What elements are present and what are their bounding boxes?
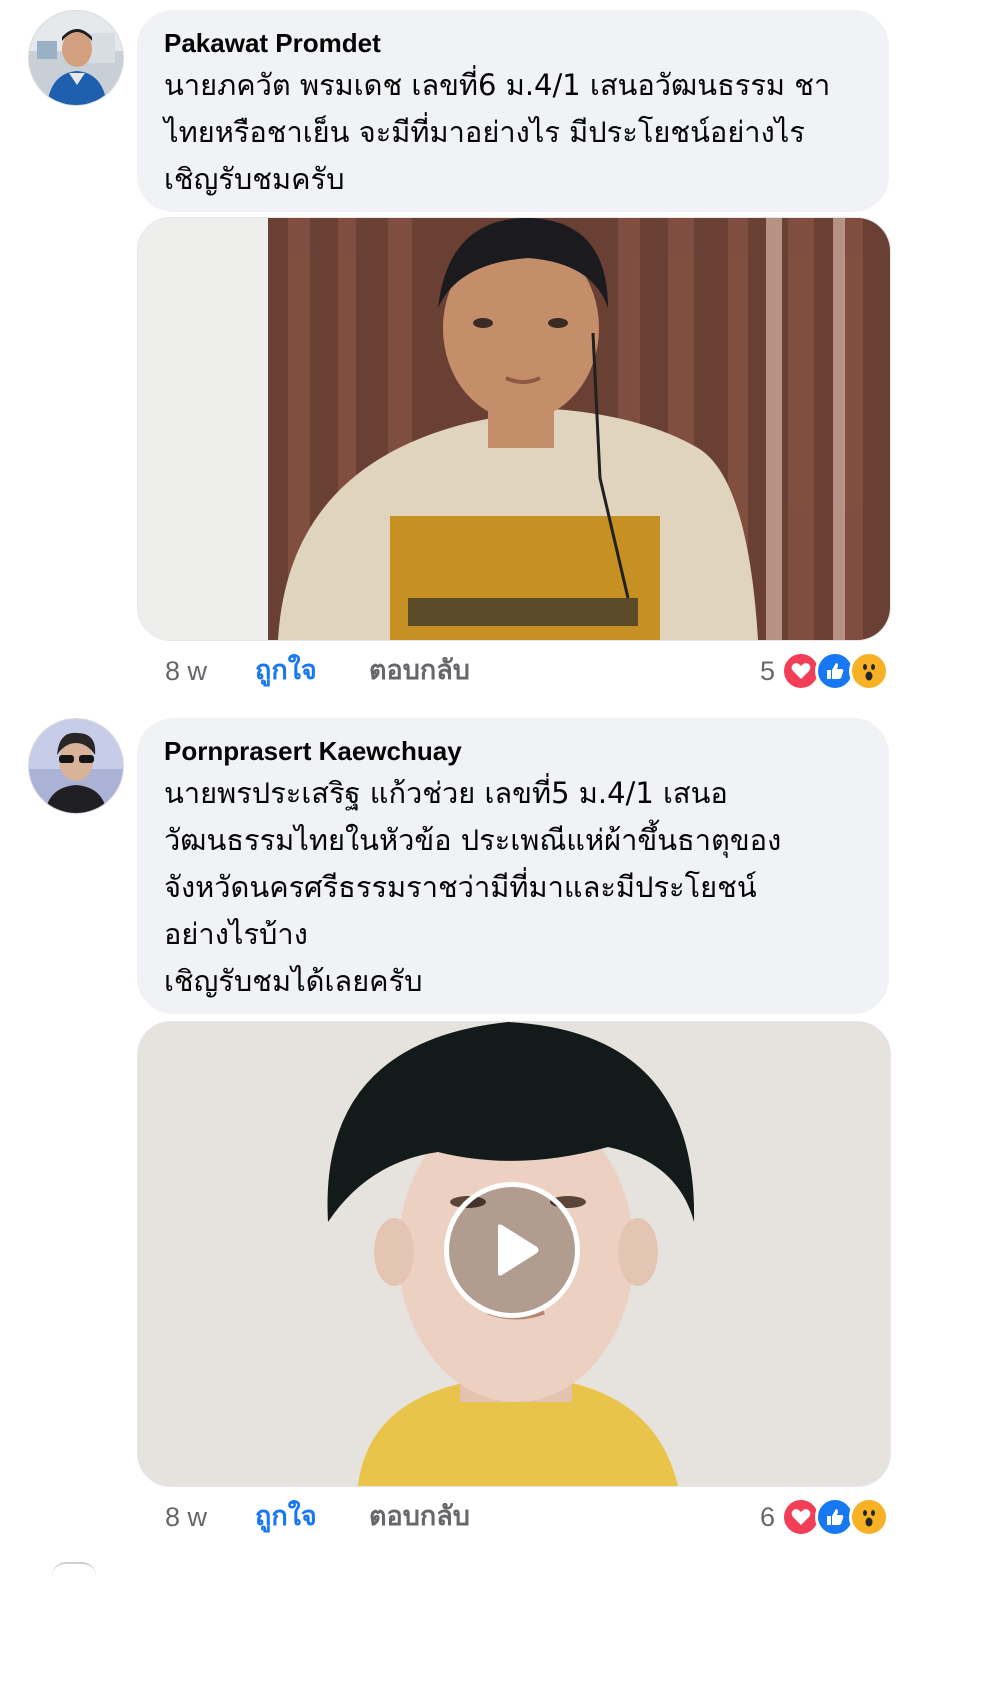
comment-timestamp[interactable]: 8 w [165,1497,207,1537]
comment-text: นายภควัต พรมเดช เลขที่6 ม.4/1 เสนอวัฒนธร… [164,68,831,196]
reaction-summary[interactable]: 6 [760,1497,889,1537]
avatar[interactable] [28,718,124,814]
reaction-count: 5 [759,656,775,686]
avatar-image [29,719,123,813]
comment-bubble: Pakawat Promdet นายภควัต พรมเดช เลขที่6 … [137,10,889,212]
comment-actions: 8 w ถูกใจ ตอบกลับ 5 [137,651,889,691]
video-attachment[interactable] [137,1021,891,1487]
like-button[interactable]: ถูกใจ [255,1497,317,1537]
reaction-count: 6 [759,1502,775,1532]
comment-author[interactable]: Pakawat Promdet [164,28,861,58]
comment-timestamp[interactable]: 8 w [165,651,207,691]
comment-actions: 8 w ถูกใจ ตอบกลับ 6 [137,1497,889,1537]
reaction-summary[interactable]: 5 [760,651,889,691]
comment-bubble: Pornprasert Kaewchuay นายพรประเสริฐ แก้ว… [137,718,889,1014]
video-attachment[interactable] [137,217,891,641]
next-comment-avatar[interactable] [52,1562,96,1576]
comment-author[interactable]: Pornprasert Kaewchuay [164,736,861,766]
video-thumbnail [138,218,890,640]
reply-button[interactable]: ตอบกลับ [369,651,470,691]
reply-button[interactable]: ตอบกลับ [369,1497,470,1537]
comment-text: นายพรประเสริฐ แก้วช่วย เลขที่5 ม.4/1 เสน… [164,776,782,998]
play-icon [498,1224,539,1276]
wow-icon [849,1497,889,1537]
avatar[interactable] [28,10,124,106]
avatar-image [29,11,123,105]
play-button[interactable] [444,1182,580,1318]
wow-icon [849,651,889,691]
like-button[interactable]: ถูกใจ [255,651,317,691]
